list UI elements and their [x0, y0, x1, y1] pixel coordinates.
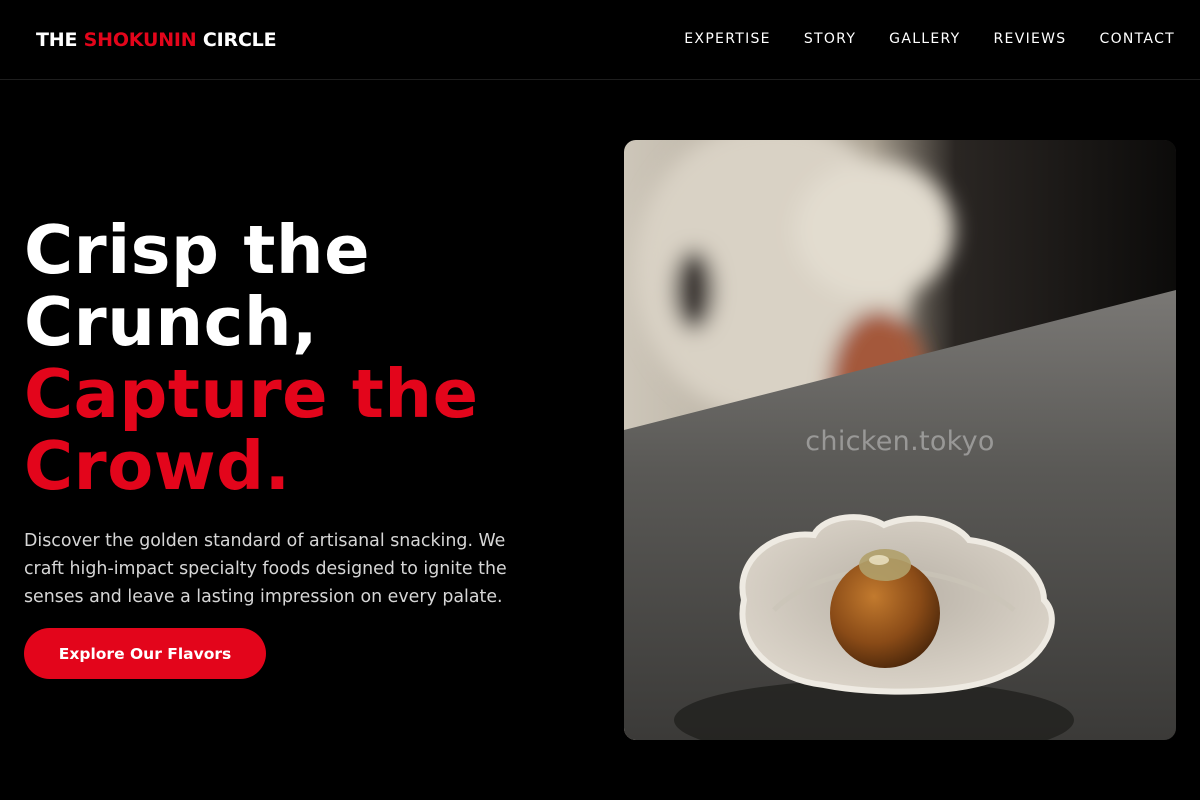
hero-title: Crisp the Crunch, Capture the Crowd.	[24, 214, 479, 502]
nav-expertise[interactable]: EXPERTISE	[684, 30, 771, 48]
brand-accent: SHOKUNIN	[83, 29, 197, 51]
photo-watermark: chicken.tokyo	[805, 426, 995, 457]
nav-reviews[interactable]: REVIEWS	[994, 30, 1067, 48]
nav-story[interactable]: STORY	[804, 30, 856, 48]
hero-title-accent-line: Capture the	[24, 355, 479, 433]
nav-gallery[interactable]: GALLERY	[889, 30, 960, 48]
brand-suffix: CIRCLE	[196, 29, 277, 51]
hero-title-accent-line: Crowd.	[24, 427, 291, 505]
hero-title-line: Crunch,	[24, 283, 318, 361]
hero-title-line: Crisp the	[24, 211, 371, 289]
brand-prefix: THE	[36, 29, 84, 51]
hero-photo: chicken.tokyo	[624, 140, 1176, 740]
hero-description: Discover the golden standard of artisana…	[24, 531, 507, 607]
explore-flavors-button[interactable]: Explore Our Flavors	[24, 628, 266, 679]
main-nav: EXPERTISE STORY GALLERY REVIEWS CONTACT	[651, 30, 1175, 48]
site-header: THE SHOKUNIN CIRCLE EXPERTISE STORY GALL…	[0, 0, 1200, 80]
brand-logo[interactable]: THE SHOKUNIN CIRCLE	[36, 28, 277, 52]
nav-contact[interactable]: CONTACT	[1100, 30, 1176, 48]
